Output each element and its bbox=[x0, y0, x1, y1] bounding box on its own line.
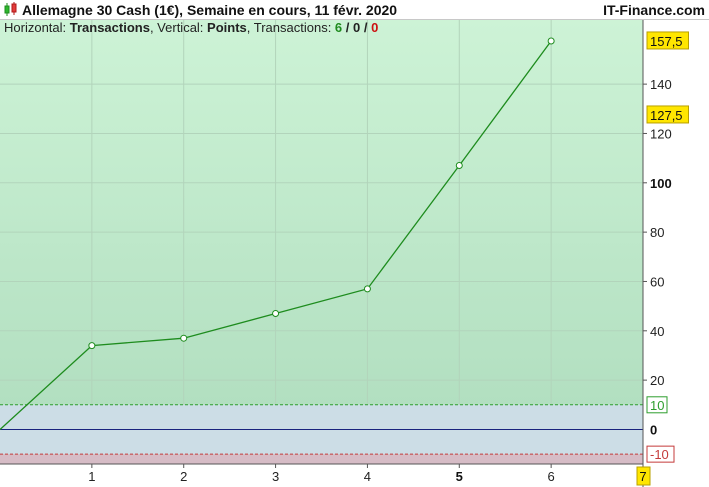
lower-band-label: -10 bbox=[650, 447, 669, 462]
data-point bbox=[88, 342, 96, 350]
y-tick-label: 100 bbox=[650, 176, 672, 191]
x-axis: 1 2 3 4 5 6 7 bbox=[0, 463, 651, 486]
y-tick-label: 140 bbox=[650, 77, 672, 92]
data-point bbox=[180, 334, 188, 342]
data-point bbox=[363, 285, 371, 293]
data-point bbox=[272, 310, 280, 318]
data-point bbox=[455, 162, 463, 170]
horizontal-value: Transactions bbox=[69, 20, 150, 35]
threshold-bands bbox=[0, 404, 643, 464]
equity-chart: 20406080100120140010-10157,5127,5 123456… bbox=[0, 20, 689, 487]
horizontal-label: Horizontal: bbox=[4, 20, 70, 35]
y-axis: 20 40 60 80 100 120 140 0 10 -10 157,5 127,5 bbox=[642, 20, 689, 487]
data-point bbox=[547, 37, 555, 45]
x-tick-label: 2 bbox=[180, 469, 187, 484]
zero-label: 0 bbox=[650, 422, 657, 437]
y-tick-label: 60 bbox=[650, 274, 664, 289]
x-tick-label: 1 bbox=[88, 469, 95, 484]
x-tick-label: 6 bbox=[548, 469, 555, 484]
vertical-value: Points bbox=[207, 20, 247, 35]
x-tick-label: 3 bbox=[272, 469, 279, 484]
upper-band-label: 10 bbox=[650, 398, 664, 413]
y-tick-label: 120 bbox=[650, 126, 672, 141]
y-tick-label: 40 bbox=[650, 324, 664, 339]
loss-zone bbox=[0, 454, 643, 464]
y-tick-label: 20 bbox=[650, 373, 664, 388]
plot-background bbox=[0, 20, 643, 464]
value-marker-label: 127,5 bbox=[650, 108, 683, 123]
plot-area bbox=[0, 20, 643, 464]
separator: / bbox=[360, 20, 372, 35]
separator: / bbox=[342, 20, 353, 35]
losses-count: 0 bbox=[371, 20, 379, 35]
vertical-label: , Vertical: bbox=[149, 20, 208, 35]
chart-info-line: Horizontal: Transactions, Vertical: Poin… bbox=[4, 20, 378, 35]
x-tick-label: 7 bbox=[639, 469, 646, 484]
value-marker-label: 157,5 bbox=[650, 34, 683, 49]
x-tick-label: 4 bbox=[364, 469, 371, 484]
x-tick-label: 5 bbox=[456, 469, 463, 484]
transactions-label: , Transactions: bbox=[246, 20, 335, 35]
y-tick-label: 80 bbox=[650, 225, 664, 240]
